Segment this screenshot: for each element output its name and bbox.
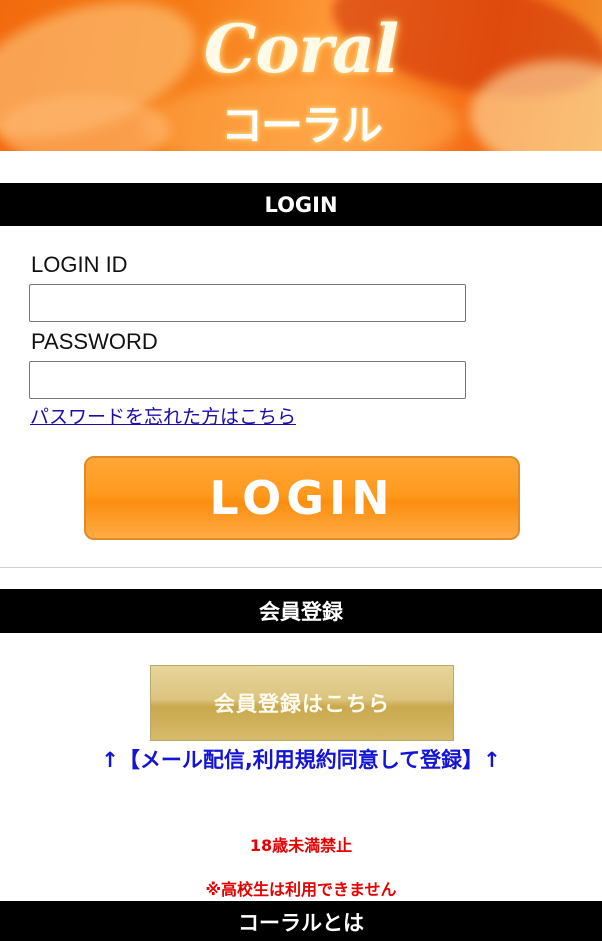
register-button-label: 会員登録はこちら <box>214 692 390 716</box>
site-logo-english: Coral <box>203 10 399 88</box>
register-consent-note: ↑【メール配信,利用規約同意して登録】↑ <box>101 748 501 772</box>
login-button[interactable]: LOGIN <box>84 456 520 540</box>
login-id-label: LOGIN ID <box>31 252 128 277</box>
password-label: PASSWORD <box>31 329 158 354</box>
about-section-title: コーラルとは <box>238 911 364 935</box>
high-school-notice: ※高校生は利用できません <box>205 880 397 899</box>
age-restriction-notice: 18歳未満禁止 <box>249 836 353 855</box>
login-id-input[interactable] <box>29 284 466 322</box>
password-input[interactable] <box>29 361 466 399</box>
about-section-header: コーラルとは <box>0 901 602 941</box>
register-section-header: 会員登録 <box>0 589 602 633</box>
site-logo-japanese: コーラル <box>220 101 383 150</box>
header-banner: Coral コーラル <box>0 0 602 151</box>
forgot-password-link[interactable]: パスワードを忘れた方はこちら <box>30 402 296 429</box>
login-section-header: LOGIN <box>0 183 602 226</box>
login-section-title: LOGIN <box>264 192 338 217</box>
divider <box>0 567 602 568</box>
register-section-title: 会員登録 <box>259 600 343 624</box>
login-button-label: LOGIN <box>209 471 395 525</box>
register-button[interactable]: 会員登録はこちら <box>150 665 454 741</box>
